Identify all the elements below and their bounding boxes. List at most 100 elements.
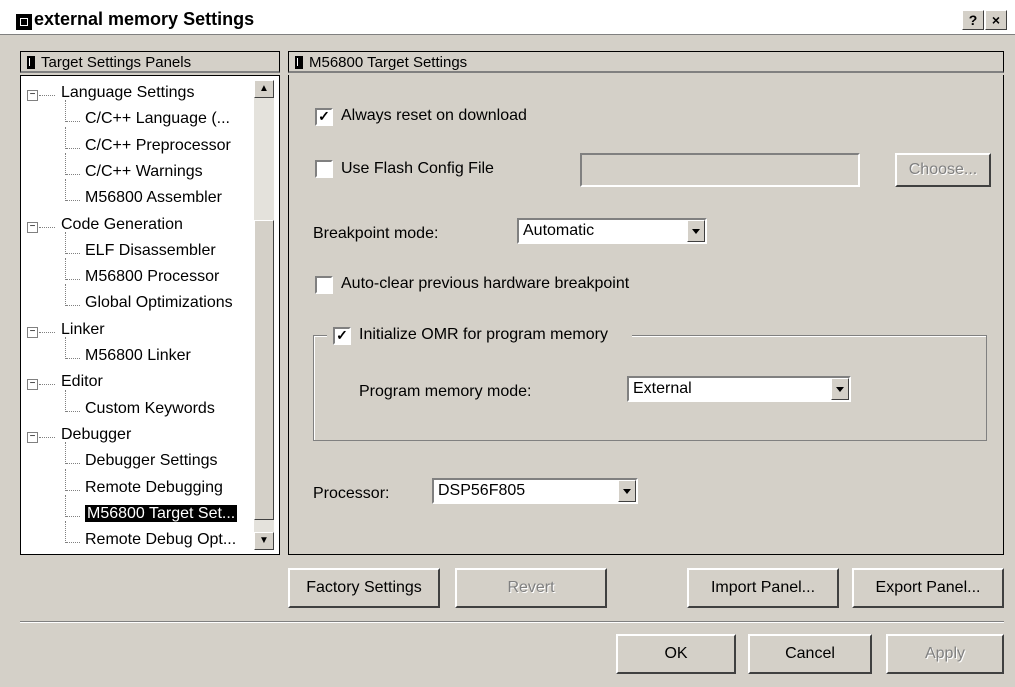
window-title: external memory Settings [34, 9, 255, 29]
scroll-thumb[interactable] [254, 220, 274, 520]
tree-panel-title: Target Settings Panels [41, 54, 192, 71]
chevron-down-icon[interactable] [687, 220, 705, 242]
program-memory-mode-label: Program memory mode: [359, 383, 532, 400]
tree-connector [66, 463, 80, 465]
tree-item-label: Editor [61, 373, 103, 391]
tree-group-item[interactable]: Debugger [61, 426, 131, 444]
collapse-toggle-icon[interactable]: − [27, 379, 38, 391]
import-panel-button[interactable]: Import Panel... [687, 568, 839, 608]
collapse-toggle-icon[interactable]: − [27, 90, 38, 101]
tree-item[interactable]: Remote Debugging [85, 479, 223, 497]
tree-connector [66, 305, 80, 307]
tree-connector [65, 468, 66, 491]
chevron-down-icon[interactable] [831, 378, 849, 400]
tree-connector [66, 252, 80, 254]
window-icon[interactable] [16, 14, 32, 30]
tree-connector [65, 494, 66, 517]
tree-item-label: Language Settings [61, 84, 195, 101]
processor-select[interactable]: DSP56F805 [432, 478, 638, 504]
tree-connector [65, 284, 66, 307]
choose-button[interactable]: Choose... [895, 153, 991, 187]
tree-item[interactable]: C/C++ Preprocessor [85, 137, 231, 155]
tree-connector [66, 410, 80, 412]
tree-item[interactable]: M56800 Linker [85, 347, 191, 365]
init-omr-label[interactable]: Initialize OMR for program memory [359, 326, 608, 344]
tree-item-label: ELF Disassembler [85, 241, 216, 259]
program-memory-mode-select[interactable]: External [627, 376, 851, 402]
tree-item[interactable]: M56800 Target Set... [85, 504, 238, 523]
tree-item[interactable]: Global Optimizations [85, 294, 233, 312]
settings-panel-title: M56800 Target Settings [309, 54, 468, 71]
tree-connector [39, 95, 55, 96]
tree-connector [65, 337, 66, 359]
tree-connector [39, 436, 55, 438]
init-omr-checkbox[interactable]: ✓ [333, 327, 351, 345]
tree-item-label: M56800 Assembler [85, 189, 222, 207]
tree-item-label: Debugger [61, 425, 132, 443]
tree-connector [66, 147, 80, 149]
tree-connector [65, 179, 66, 202]
tree-connector [66, 279, 80, 281]
tree-item-label: C/C++ Warnings [85, 162, 203, 180]
ok-button[interactable]: OK [616, 634, 736, 674]
scroll-up-button[interactable]: ▲ [254, 80, 274, 98]
export-panel-button[interactable]: Export Panel... [852, 568, 1004, 608]
always-reset-checkbox[interactable]: ✓ [315, 108, 333, 126]
scroll-down-button[interactable]: ▼ [254, 532, 274, 550]
help-button[interactable]: ? [962, 10, 984, 30]
collapse-toggle-icon[interactable]: − [27, 221, 38, 233]
tree-item-label: C/C++ Preprocessor [85, 136, 231, 154]
tree-connector [65, 231, 66, 254]
settings-panel-header: M56800 Target Settings [288, 51, 1004, 73]
auto-clear-checkbox[interactable] [315, 276, 333, 294]
title-bar[interactable]: external memory Settings ? × [0, 0, 1015, 35]
tree-item[interactable]: Debugger Settings [85, 452, 218, 470]
tree-item-label: Global Optimizations [85, 294, 233, 312]
tree-item[interactable]: Custom Keywords [85, 400, 215, 418]
use-flash-checkbox[interactable] [315, 160, 333, 178]
breakpoint-mode-select[interactable]: Automatic [517, 218, 707, 244]
omr-groupbox-title: ✓ Initialize OMR for program memory [327, 324, 632, 346]
tree-connector [66, 358, 80, 359]
tree-connector [66, 173, 80, 175]
cancel-button[interactable]: Cancel [748, 634, 872, 674]
tree-item-label: Custom Keywords [85, 399, 215, 417]
always-reset-label[interactable]: Always reset on download [341, 107, 527, 125]
auto-clear-label[interactable]: Auto-clear previous hardware breakpoint [341, 275, 629, 293]
flash-config-path-field[interactable] [580, 153, 860, 187]
tree-item[interactable]: C/C++ Warnings [85, 163, 203, 181]
breakpoint-mode-label: Breakpoint mode: [313, 225, 439, 242]
tree-item[interactable]: ELF Disassembler [85, 242, 216, 260]
tree-group-item[interactable]: Code Generation [61, 216, 183, 234]
factory-settings-button[interactable]: Factory Settings [288, 568, 440, 608]
tree-group-item[interactable]: Language Settings [61, 84, 194, 102]
chevron-down-icon[interactable] [618, 480, 636, 502]
processor-value: DSP56F805 [438, 482, 526, 499]
use-flash-label[interactable]: Use Flash Config File [341, 160, 494, 178]
tree-panel-header: Target Settings Panels [20, 51, 280, 73]
breakpoint-mode-value: Automatic [523, 222, 595, 239]
processor-label: Processor: [313, 485, 390, 502]
tree-item-label: M56800 Linker [85, 347, 191, 364]
tree-connector [65, 442, 66, 465]
settings-tree[interactable]: − Language Settings C/C++ Language (... C/C… [20, 75, 280, 555]
program-memory-mode-value: External [633, 380, 692, 397]
close-button[interactable]: × [985, 10, 1007, 30]
tree-item[interactable]: M56800 Assembler [85, 189, 222, 207]
tree-item[interactable]: Remote Debug Opt... [85, 531, 236, 549]
apply-button[interactable]: Apply [886, 634, 1004, 674]
tree-item[interactable]: C/C++ Language (... [85, 110, 230, 128]
collapse-toggle-icon[interactable]: − [27, 431, 38, 443]
tree-item[interactable]: M56800 Processor [85, 268, 219, 286]
tree-connector [65, 100, 66, 123]
tree-connector [65, 126, 66, 149]
tree-item-label: Remote Debugging [85, 478, 223, 496]
revert-button[interactable]: Revert [455, 568, 607, 608]
tree-item-label: Linker [61, 320, 105, 338]
tree-group-item[interactable]: Linker [61, 321, 105, 339]
tree-group-item[interactable]: Editor [61, 373, 103, 391]
always-reset-check: ✓ [318, 108, 330, 124]
tree-connector [65, 521, 66, 544]
tree-scrollbar[interactable]: ▲ ▼ [254, 80, 274, 550]
collapse-toggle-icon[interactable]: − [27, 326, 38, 338]
